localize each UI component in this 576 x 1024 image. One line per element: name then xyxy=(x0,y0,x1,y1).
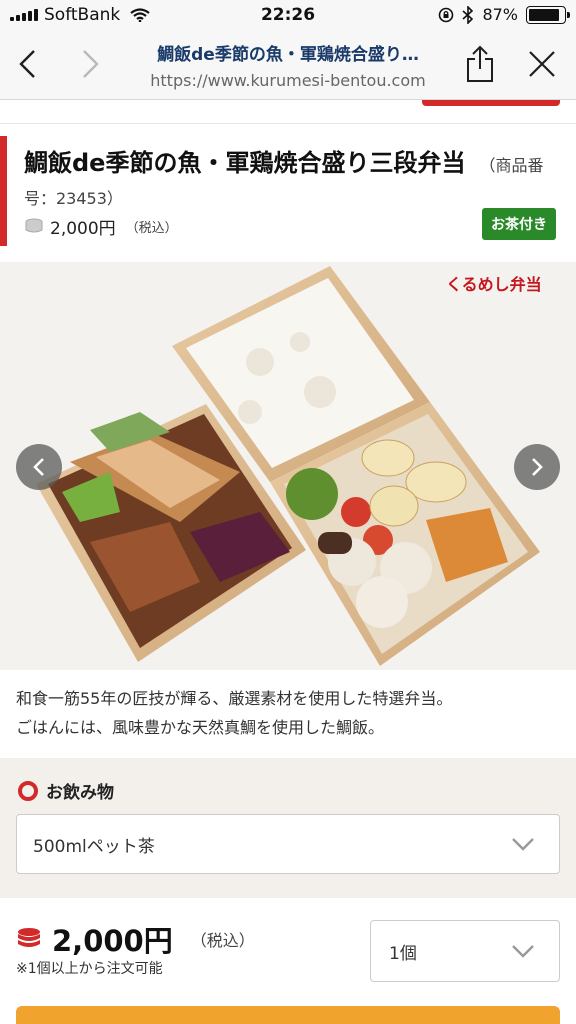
battery-level xyxy=(529,8,559,21)
add-to-cart-button[interactable] xyxy=(16,1006,560,1024)
order-price: 2,000円 xyxy=(52,924,173,958)
description-line: 和食一筋55年の匠技が輝る、厳選素材を使用した特選弁当。 xyxy=(16,689,453,708)
description-line: ごはんには、風味豊かな天然真鯛を使用した鯛飯。 xyxy=(16,718,385,737)
share-button[interactable] xyxy=(462,45,498,82)
price-row: 2,000円 （税込） xyxy=(24,214,178,239)
quantity-select-value: 1個 xyxy=(389,943,417,964)
drink-select-value: 500mlペット茶 xyxy=(33,836,155,857)
chevron-right-icon xyxy=(532,458,543,476)
order-section: 2,000円 （税込） ※1個以上から注文可能 1個 xyxy=(0,898,576,1024)
forward-button[interactable] xyxy=(72,46,108,82)
close-icon xyxy=(529,51,555,77)
product-title-text: 鯛飯de季節の魚・軍鶏焼合盛り三段弁当 xyxy=(24,149,466,177)
order-price-row: 2,000円 （税込） xyxy=(16,918,255,960)
drink-option-label: お飲み物 xyxy=(18,778,114,803)
coins-icon xyxy=(25,218,43,232)
minimum-order-note: ※1個以上から注文可能 xyxy=(16,961,163,977)
chevron-down-icon xyxy=(512,945,534,958)
required-ring-icon xyxy=(18,780,38,801)
status-right: 87% xyxy=(438,5,570,24)
product-tax-note: （税込） xyxy=(125,221,178,236)
title-accent-bar xyxy=(0,136,7,246)
page-top-strip xyxy=(0,100,576,124)
drink-options-panel: お飲み物 500mlペット茶 xyxy=(0,758,576,898)
gallery-prev-button[interactable] xyxy=(16,444,62,490)
forward-icon xyxy=(83,50,99,78)
status-bar: SoftBank 22:26 87% xyxy=(0,0,576,32)
order-tax-note: （税込） xyxy=(190,931,255,950)
coins-red-icon xyxy=(18,928,40,947)
share-icon xyxy=(467,45,493,82)
chevron-down-icon xyxy=(512,838,534,851)
header-cart-tab[interactable] xyxy=(422,100,560,106)
bento-logo-text: くるめし弁当 xyxy=(446,275,542,294)
product-price: 2,000円 xyxy=(50,219,116,239)
close-button[interactable] xyxy=(524,46,560,82)
bento-photo: くるめし弁当 xyxy=(0,262,576,670)
orientation-lock-icon xyxy=(439,7,454,22)
back-button[interactable] xyxy=(10,46,46,82)
browser-url: https://www.kurumesi-bentou.com xyxy=(150,71,426,90)
back-icon xyxy=(19,50,35,78)
gallery-next-button[interactable] xyxy=(514,444,560,490)
drink-select[interactable]: 500mlペット茶 xyxy=(16,814,560,874)
drink-label-text: お飲み物 xyxy=(46,783,114,803)
product-image-gallery[interactable]: くるめし弁当 xyxy=(0,262,576,670)
browser-toolbar: 鯛飯de季節の魚・軍鶏焼合盛り… https://www.kurumesi-be… xyxy=(0,32,576,100)
chevron-left-icon xyxy=(33,458,44,476)
tea-included-badge: お茶付き xyxy=(482,208,556,240)
battery-icon xyxy=(526,5,570,24)
address-area[interactable]: 鯛飯de季節の魚・軍鶏焼合盛り… https://www.kurumesi-be… xyxy=(120,40,456,90)
quantity-select[interactable]: 1個 xyxy=(370,920,560,982)
product-header: 鯛飯de季節の魚・軍鶏焼合盛り三段弁当 （商品番号：23453） 2,000円 （… xyxy=(0,136,576,248)
product-description: 和食一筋55年の匠技が輝る、厳選素材を使用した特選弁当。 ごはんには、風味豊かな… xyxy=(16,684,560,742)
bluetooth-icon xyxy=(462,5,474,24)
product-title: 鯛飯de季節の魚・軍鶏焼合盛り三段弁当 （商品番号：23453） xyxy=(24,148,544,214)
browser-page-title: 鯛飯de季節の魚・軍鶏焼合盛り… xyxy=(157,45,419,65)
battery-percent: 87% xyxy=(482,5,518,24)
